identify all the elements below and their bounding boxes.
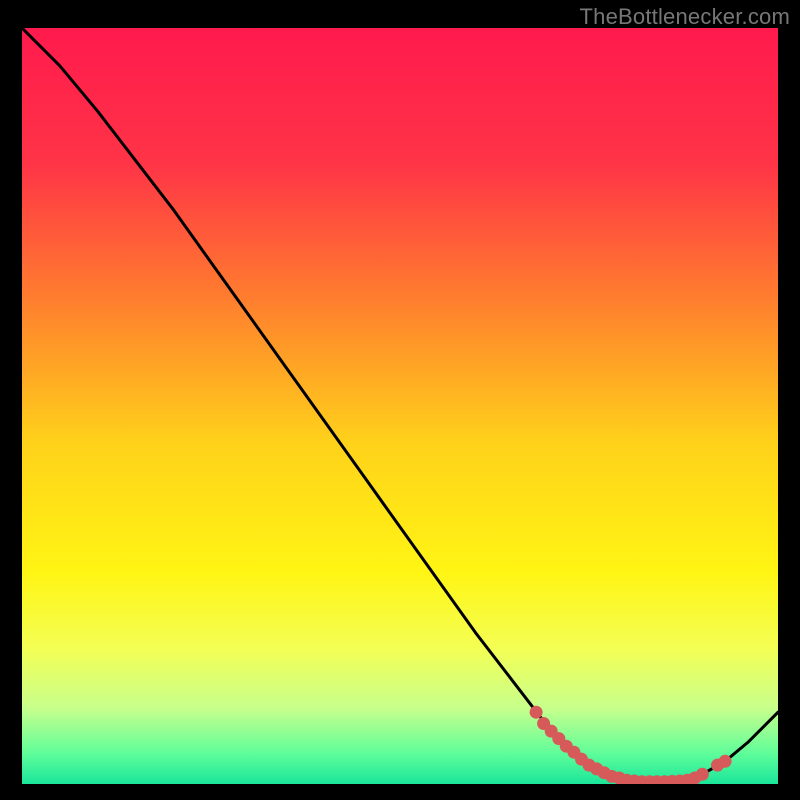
chart-svg [22,28,778,784]
watermark-text: TheBottlenecker.com [580,4,790,30]
chart-plot [22,28,778,784]
chart-frame: TheBottlenecker.com [0,0,800,800]
